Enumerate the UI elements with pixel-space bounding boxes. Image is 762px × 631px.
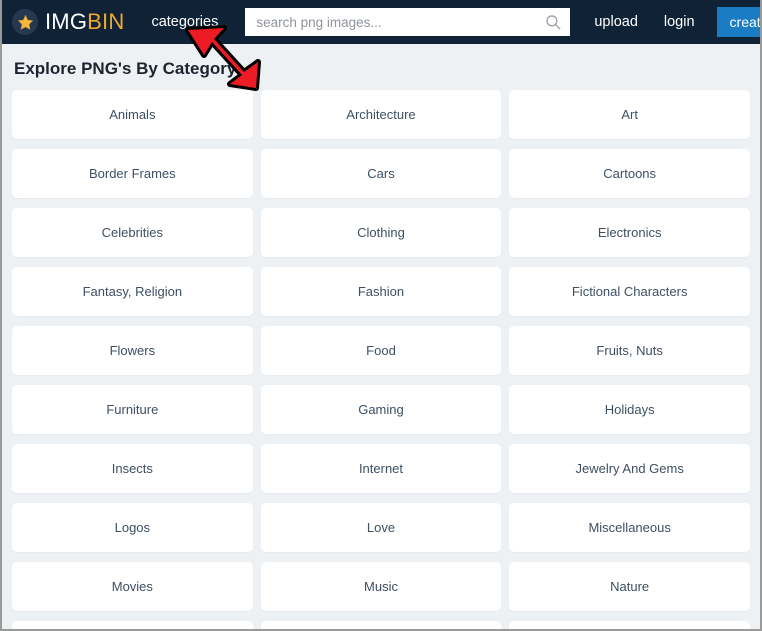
category-tile[interactable]: Gaming bbox=[260, 385, 502, 434]
category-tile[interactable]: Fruits, Nuts bbox=[509, 326, 750, 375]
category-tile-label: Logos bbox=[114, 520, 151, 535]
category-tile-label: Fruits, Nuts bbox=[596, 343, 663, 358]
category-tile[interactable]: Fashion bbox=[260, 267, 502, 316]
category-tile[interactable]: Cars bbox=[260, 149, 502, 198]
search-input[interactable] bbox=[245, 8, 571, 36]
category-tile[interactable]: Furniture bbox=[12, 385, 253, 434]
site-header: IMGBIN categories upload login create ac… bbox=[2, 0, 760, 44]
site-logo[interactable]: IMGBIN bbox=[12, 9, 124, 35]
category-tile[interactable] bbox=[260, 621, 502, 629]
category-tile[interactable]: Celebrities bbox=[12, 208, 253, 257]
category-tile[interactable]: Art bbox=[509, 90, 750, 139]
category-tile-label: Music bbox=[364, 579, 398, 594]
page-body: Explore PNG's By Category Animals Archite… bbox=[2, 44, 760, 629]
nav-link-upload[interactable]: upload bbox=[594, 15, 638, 30]
nav-link-categories[interactable]: categories bbox=[151, 15, 218, 30]
category-tile[interactable]: Food bbox=[260, 326, 502, 375]
category-tile[interactable]: Logos bbox=[12, 503, 253, 552]
browser-window: IMGBIN categories upload login create ac… bbox=[0, 0, 762, 631]
category-tile[interactable]: Architecture bbox=[260, 90, 502, 139]
category-tile-label: Nature bbox=[610, 579, 650, 594]
category-tile[interactable]: Jewelry And Gems bbox=[509, 444, 750, 493]
category-tile-label: Love bbox=[366, 520, 396, 535]
category-tile-label: Animals bbox=[109, 107, 156, 122]
brand-name-secondary: BIN bbox=[87, 9, 125, 34]
category-tile[interactable]: Movies bbox=[12, 562, 253, 611]
brand-name-primary: IMG bbox=[45, 9, 88, 34]
category-tile[interactable]: Nature bbox=[509, 562, 750, 611]
category-tile-label: Border Frames bbox=[88, 166, 176, 181]
category-tile[interactable]: Internet bbox=[260, 444, 502, 493]
category-tile[interactable]: Fictional Characters bbox=[509, 267, 750, 316]
category-tile[interactable]: Love bbox=[260, 503, 502, 552]
category-tile-label: Miscellaneous bbox=[588, 520, 671, 535]
category-tile[interactable]: Flowers bbox=[12, 326, 253, 375]
category-tile-label: Fictional Characters bbox=[571, 284, 688, 299]
category-tile[interactable]: Clothing bbox=[260, 208, 502, 257]
category-tile-label: Fashion bbox=[357, 284, 405, 299]
category-tile[interactable]: Insects bbox=[12, 444, 253, 493]
brand-name: IMGBIN bbox=[45, 11, 124, 33]
category-tile[interactable]: Electronics bbox=[509, 208, 750, 257]
category-tile-label: Food bbox=[366, 343, 396, 358]
category-tile[interactable]: Animals bbox=[12, 90, 253, 139]
page-title: Explore PNG's By Category bbox=[14, 59, 237, 78]
category-tile[interactable] bbox=[509, 621, 750, 629]
category-tile[interactable]: Miscellaneous bbox=[509, 503, 750, 552]
category-tile[interactable] bbox=[12, 621, 253, 629]
star-icon bbox=[12, 9, 38, 35]
category-tile[interactable]: Music bbox=[260, 562, 502, 611]
search-box[interactable] bbox=[245, 8, 571, 36]
category-tile-label: Cars bbox=[367, 166, 395, 181]
create-account-button[interactable]: create account bbox=[716, 7, 760, 37]
category-tile-label: Electronics bbox=[597, 225, 662, 240]
category-tile-label: Art bbox=[621, 107, 638, 122]
category-tile-label: Furniture bbox=[106, 402, 159, 417]
category-tile[interactable]: Border Frames bbox=[12, 149, 253, 198]
category-tile-label: Flowers bbox=[109, 343, 156, 358]
category-tile-label: Movies bbox=[111, 579, 153, 594]
category-tile-label: Holidays bbox=[604, 402, 655, 417]
category-tile-label: Gaming bbox=[358, 402, 404, 417]
category-tile[interactable]: Cartoons bbox=[509, 149, 750, 198]
category-tile-label: Insects bbox=[111, 461, 153, 476]
category-tile-label: Architecture bbox=[346, 107, 416, 122]
category-tile-label: Celebrities bbox=[101, 225, 164, 240]
nav-link-login[interactable]: login bbox=[664, 15, 695, 30]
category-tile-label: Cartoons bbox=[603, 166, 657, 181]
category-grid: Animals Architecture Art Border Frames Cars C… bbox=[12, 90, 750, 629]
category-tile-label: Internet bbox=[358, 461, 404, 476]
category-tile[interactable]: Holidays bbox=[509, 385, 750, 434]
category-tile-label: Jewelry And Gems bbox=[575, 461, 684, 476]
category-tile[interactable]: Fantasy, Religion bbox=[12, 267, 253, 316]
category-tile-label: Clothing bbox=[357, 225, 405, 240]
category-tile-label: Fantasy, Religion bbox=[82, 284, 183, 299]
